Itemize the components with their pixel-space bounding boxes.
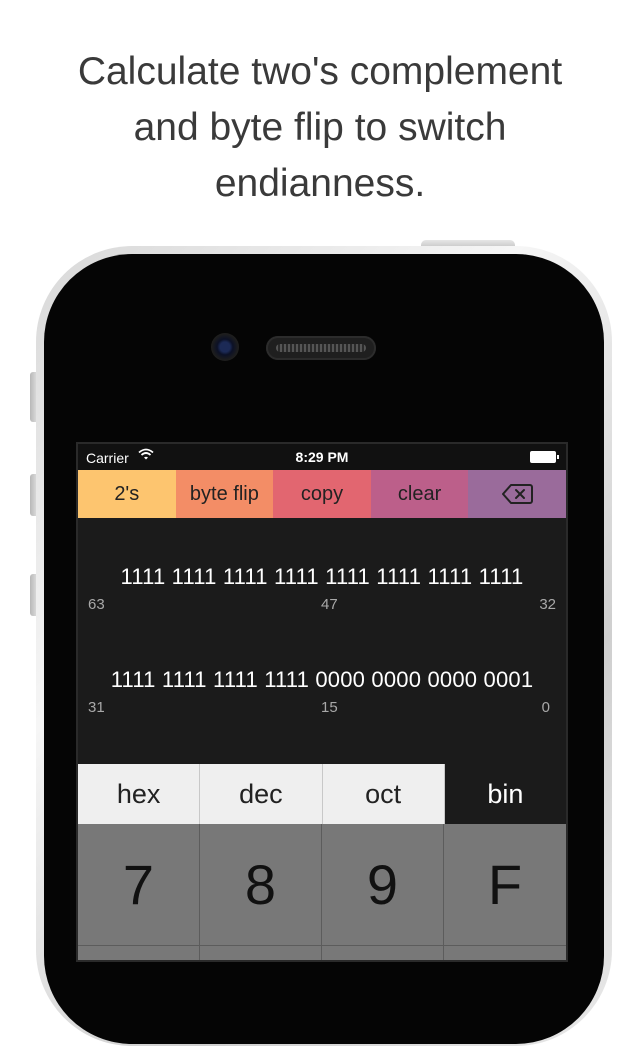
status-time: 8:29 PM: [295, 449, 349, 465]
mode-dec-tab[interactable]: dec: [200, 764, 323, 824]
earpiece-speaker: [266, 336, 376, 360]
key-row-2-1[interactable]: [78, 946, 200, 960]
mode-hex-tab[interactable]: hex: [78, 764, 201, 824]
upper-bits: 1111 1111 1111 1111 1111 1111 1111 1111: [120, 564, 524, 589]
copy-button[interactable]: copy: [273, 470, 371, 518]
status-bar: Carrier 8:29 PM: [78, 444, 566, 470]
bit-position-label: 0: [541, 699, 550, 716]
backspace-button[interactable]: [468, 470, 566, 518]
lower-bits: 1111 1111 1111 1111 0000 0000 0000 0001: [110, 667, 534, 692]
key-row-2-4[interactable]: [444, 946, 566, 960]
key-9[interactable]: 9: [322, 824, 444, 946]
bit-position-label: 47: [321, 596, 338, 613]
bit-position-label: 63: [88, 596, 105, 613]
twos-complement-button[interactable]: 2's: [78, 470, 176, 518]
bit-position-label: 15: [321, 699, 338, 716]
headline-line-3: endianness.: [214, 162, 426, 205]
key-7[interactable]: 7: [78, 824, 200, 946]
mode-bin-tab[interactable]: bin: [444, 764, 566, 824]
backspace-icon: [502, 484, 534, 504]
keypad: 7 8 9 F: [78, 824, 566, 960]
key-row-2-3[interactable]: [322, 946, 444, 960]
bit-position-label: 31: [88, 699, 105, 716]
app-screen: Carrier 8:29 PM 2's byte flip copy clear…: [78, 444, 566, 960]
battery-icon: [530, 451, 559, 463]
action-toolbar: 2's byte flip copy clear: [78, 470, 566, 518]
byte-flip-button[interactable]: byte flip: [175, 470, 274, 518]
key-8[interactable]: 8: [200, 824, 322, 946]
mode-oct-tab[interactable]: oct: [322, 764, 445, 824]
headline-line-1: Calculate two's complement: [77, 50, 563, 93]
front-camera: [211, 333, 239, 361]
base-mode-selector: hex dec oct bin: [78, 764, 566, 824]
bit-position-label: 32: [539, 596, 556, 613]
clear-button[interactable]: clear: [370, 470, 469, 518]
marketing-headline: Calculate two's complement and byte flip…: [0, 44, 640, 212]
headline-line-2: and byte flip to switch: [133, 106, 507, 149]
key-row-2-2[interactable]: [200, 946, 322, 960]
key-f[interactable]: F: [444, 824, 566, 946]
